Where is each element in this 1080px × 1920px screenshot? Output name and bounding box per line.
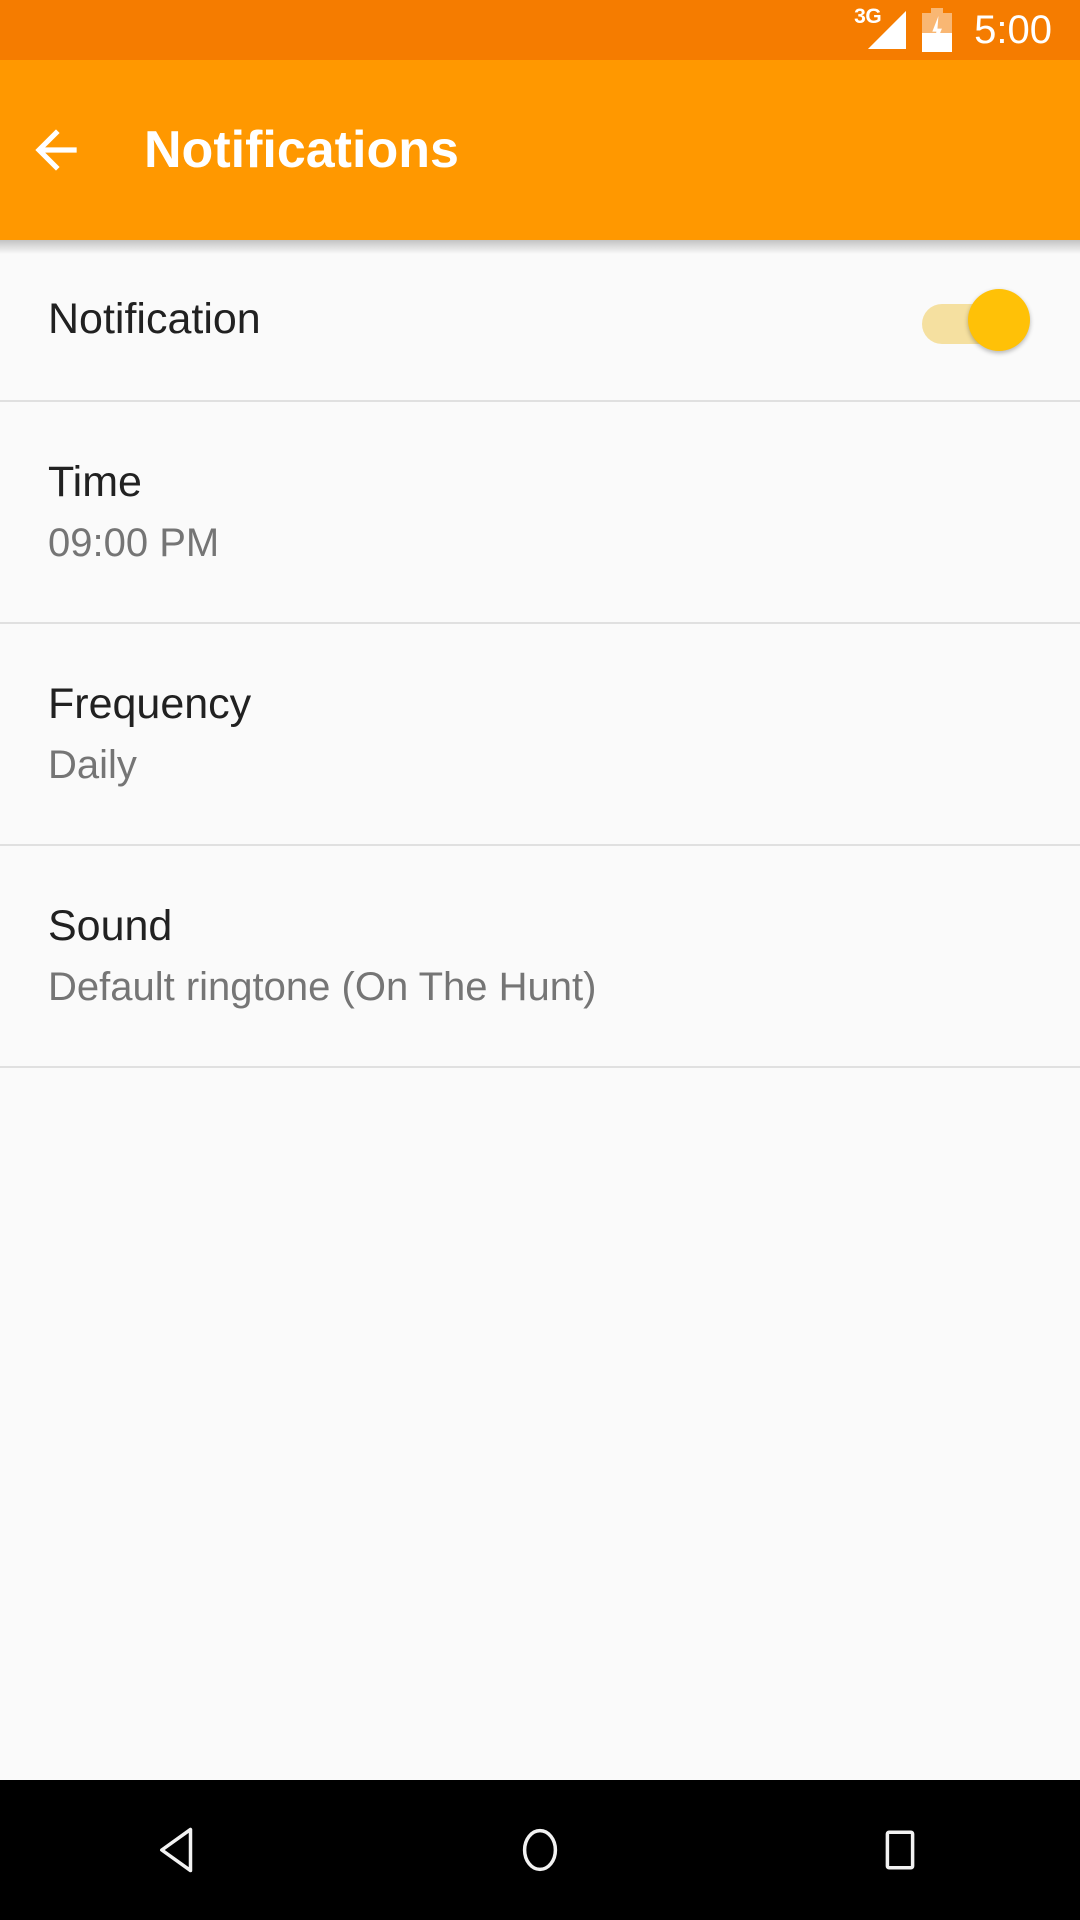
settings-row-sound[interactable]: Sound Default ringtone (On The Hunt): [0, 846, 1080, 1066]
row-title: Notification: [48, 295, 261, 344]
row-subtitle: 09:00 PM: [48, 520, 220, 565]
row-text-block: Time 09:00 PM: [48, 458, 1032, 565]
nav-home-button[interactable]: [360, 1780, 720, 1920]
status-bar: 3G 5:00: [0, 0, 1080, 60]
row-title: Sound: [48, 902, 173, 951]
battery-charging-icon: [922, 8, 953, 52]
signal-bars-icon: 3G: [854, 6, 907, 52]
row-text-block: Frequency Daily: [48, 680, 1032, 787]
nav-back-triangle-icon: [160, 1827, 193, 1873]
row-subtitle: Daily: [48, 742, 137, 787]
signal-bars-filled: [868, 11, 907, 49]
nav-recents-square-icon: [885, 1830, 915, 1870]
nav-recents-button[interactable]: [720, 1780, 1080, 1920]
app-bar: Notifications: [0, 60, 1080, 240]
settings-row-frequency[interactable]: Frequency Daily: [0, 624, 1080, 844]
phone-screen: 3G 5:00 Notifications Notification Time …: [0, 0, 1080, 1920]
row-subtitle: Default ringtone (On The Hunt): [48, 964, 597, 1009]
row-title: Frequency: [48, 680, 252, 729]
android-navigation-bar: [0, 1780, 1080, 1920]
status-bar-clock: 5:00: [974, 8, 1052, 52]
row-title: Time: [48, 458, 142, 507]
nav-back-button[interactable]: [0, 1780, 360, 1920]
settings-row-notification[interactable]: Notification: [0, 240, 1080, 400]
back-button[interactable]: [0, 60, 112, 240]
nav-home-circle-icon: [522, 1828, 558, 1872]
page-title: Notifications: [144, 121, 459, 179]
row-text-block: Notification: [48, 295, 922, 344]
settings-list: Notification Time 09:00 PM Frequency Dai…: [0, 240, 1080, 1780]
row-text-block: Sound Default ringtone (On The Hunt): [48, 902, 1032, 1009]
settings-row-time[interactable]: Time 09:00 PM: [0, 402, 1080, 622]
list-divider: [0, 1066, 1080, 1068]
arrow-back-icon: [35, 129, 77, 171]
switch-thumb: [968, 289, 1030, 351]
notification-toggle-switch[interactable]: [922, 289, 1030, 351]
status-bar-icons: 3G 5:00: [854, 6, 1052, 52]
